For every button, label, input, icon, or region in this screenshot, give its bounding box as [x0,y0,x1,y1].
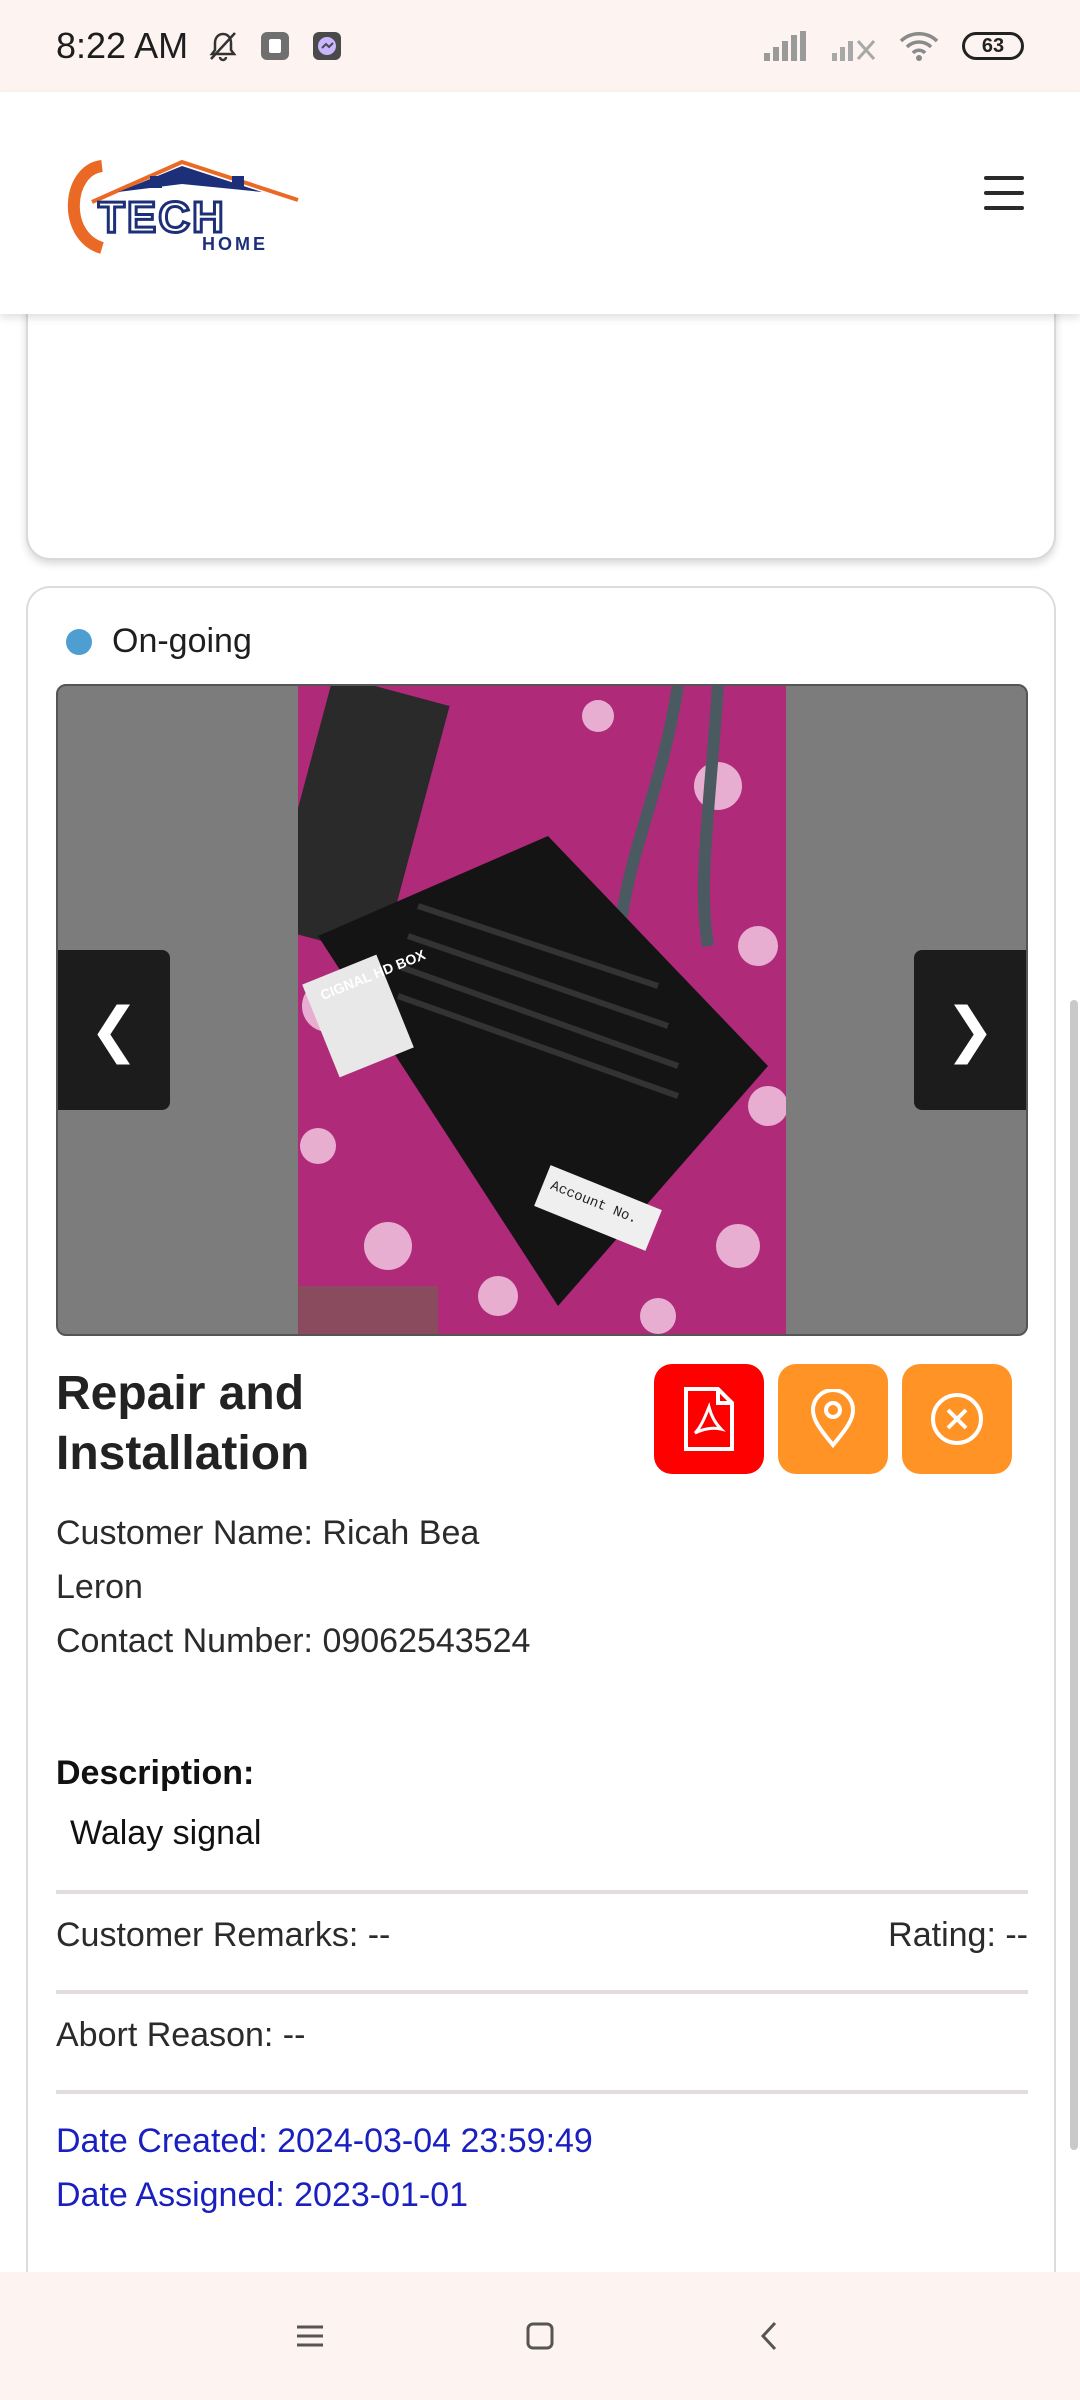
job-card: On-going CIGNAL HD BOX Account No. ❮ ❯ R… [26,586,1056,2286]
remarks-row: Customer Remarks: -- Rating: -- [56,1916,1028,1955]
previous-job-card [26,300,1056,560]
back-button[interactable] [740,2306,800,2366]
rating: Rating: -- [888,1916,1028,1954]
job-photo: CIGNAL HD BOX Account No. [298,686,786,1334]
description-value: Walay signal [70,1814,262,1852]
menu-line [984,176,1024,180]
back-icon [760,2321,777,2351]
divider [56,1890,1028,1894]
status-right: 63 [762,29,1024,63]
map-pin-icon [810,1389,856,1449]
carousel-prev-button[interactable]: ❮ [58,950,170,1110]
recent-apps-icon [297,2325,323,2347]
mute-icon [209,32,237,62]
scrollbar[interactable] [1070,1000,1078,2150]
signal-x-icon [832,40,876,61]
job-dates: Date Created: 2024-03-04 23:59:49 Date A… [56,2114,593,2222]
customer-name: Customer Name: Ricah Bea Leron [56,1514,480,1606]
status-bar: 8:22 AM 63 [0,0,1080,92]
customer-info: Customer Name: Ricah Bea Leron Contact N… [56,1506,536,1668]
hamburger-icon[interactable] [974,170,1034,216]
system-nav-bar [0,2272,1080,2400]
contact-number: Contact Number: 09062543524 [56,1622,531,1660]
cancel-button[interactable] [902,1364,1012,1474]
status-dot [66,628,92,655]
status-time: 8:22 AM [56,25,189,66]
job-status: On-going [66,622,252,661]
notification-app-icon [261,32,290,60]
home-button[interactable] [510,2306,570,2366]
divider [56,2090,1028,2094]
description-label: Description: [56,1754,255,1792]
menu-line [984,206,1024,210]
wifi-icon [899,32,939,61]
location-button[interactable] [778,1364,888,1474]
action-buttons [654,1364,1012,1474]
menu-line [984,191,1024,195]
messenger-icon [313,32,342,60]
job-title: Repair and Installation [56,1367,310,1480]
divider [56,1990,1028,1994]
status-icons-left [206,29,344,63]
abort-reason: Abort Reason: -- [56,2016,306,2054]
status-left: 8:22 AM [56,25,344,67]
battery-icon: 63 [962,32,1024,60]
tech-home-logo[interactable]: TECH HOME [62,156,312,256]
date-assigned: Date Assigned: 2023-01-01 [56,2176,469,2214]
customer-remarks: Customer Remarks: -- [56,1916,391,1954]
status-label: On-going [112,622,252,660]
image-carousel[interactable]: CIGNAL HD BOX Account No. ❮ ❯ [56,684,1028,1336]
pdf-icon [684,1387,734,1451]
signal-icon [764,31,806,61]
pdf-button[interactable] [654,1364,764,1474]
battery-level: 63 [981,34,1005,57]
close-circle-icon [931,1393,983,1445]
app-header: TECH HOME [0,92,1080,314]
svg-text:HOME: HOME [202,234,268,254]
date-created: Date Created: 2024-03-04 23:59:49 [56,2122,593,2160]
home-icon [526,2322,554,2350]
carousel-next-button[interactable]: ❯ [914,950,1026,1110]
recent-apps-button[interactable] [280,2306,340,2366]
